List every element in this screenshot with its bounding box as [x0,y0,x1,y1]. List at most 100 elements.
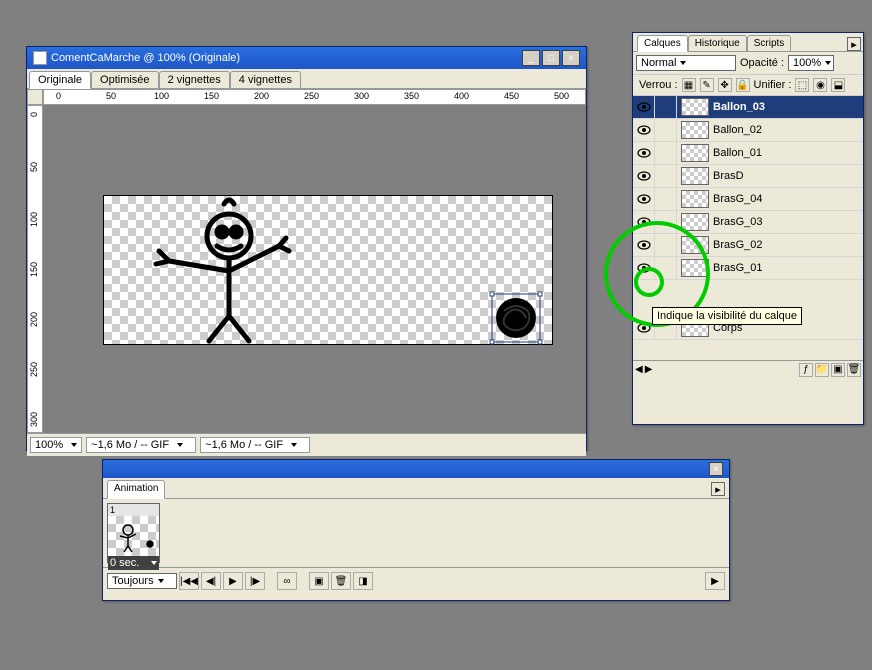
tween-button[interactable]: ∞ [277,572,297,590]
layer-name-label: BrasG_01 [713,262,763,274]
animation-window: × Animation ▸ 1 0 sec. Toujours |◀◀ ◀| ▶… [102,459,730,601]
eye-icon [637,171,651,181]
duplicate-frame-button[interactable]: ▣ [309,572,329,590]
visibility-toggle[interactable] [633,165,655,188]
layer-new-button[interactable]: ▣ [831,363,845,377]
animation-frame-1[interactable]: 1 0 sec. [107,503,160,563]
layer-row-BrasG_01[interactable]: BrasG_01 [633,257,863,280]
loop-select[interactable]: Toujours [107,573,177,589]
lock-paint-icon[interactable]: ✎ [700,78,714,92]
layer-row-Ballon_01[interactable]: Ballon_01 [633,142,863,165]
lock-transparency-icon[interactable]: ▦ [682,78,696,92]
animation-menu-button[interactable]: ▸ [711,482,725,496]
canvas[interactable] [103,195,553,345]
layer-row-BrasG_04[interactable]: BrasG_04 [633,188,863,211]
prev-frame-button[interactable]: ◀| [201,572,221,590]
status-info-2[interactable]: ~1,6 Mo / -- GIF [200,437,310,453]
tab-animation[interactable]: Animation [107,480,165,499]
canvas-area[interactable] [43,105,586,433]
ruler-vertical: 0 50 100 150 200 250 300 [27,105,43,433]
tab-scripts[interactable]: Scripts [747,35,792,51]
eye-icon [637,125,651,135]
layer-row-Ballon_02[interactable]: Ballon_02 [633,119,863,142]
visibility-toggle[interactable] [633,211,655,234]
opacity-input[interactable]: 100% [788,55,834,71]
scroll-right-icon[interactable]: ▶ [645,364,653,375]
tab-4-vignettes[interactable]: 4 vignettes [230,71,301,88]
tab-2-vignettes[interactable]: 2 vignettes [159,71,230,88]
visibility-toggle[interactable] [633,119,655,142]
layer-new-folder-button[interactable]: 📁 [815,363,829,377]
animation-titlebar: × [103,460,729,478]
panel-menu-button[interactable]: ▸ [847,37,861,51]
frame-delay: 0 sec. [110,557,139,569]
play-button[interactable]: ▶ [223,572,243,590]
delete-frame-button[interactable]: 🗑 [331,572,351,590]
link-column[interactable] [655,257,677,280]
layer-thumbnail [681,190,709,208]
blend-mode-select[interactable]: Normal [636,55,736,71]
unify-position-icon[interactable]: ⬚ [795,78,809,92]
layer-thumbnail [681,98,709,116]
status-info-1[interactable]: ~1,6 Mo / -- GIF [86,437,196,453]
link-column[interactable] [655,119,677,142]
layer-name-label: Ballon_02 [713,124,762,136]
layer-name-label: BrasG_02 [713,239,763,251]
document-icon [33,51,47,65]
visibility-toggle[interactable] [633,96,655,119]
visibility-toggle[interactable] [633,234,655,257]
frame-delay-dropdown[interactable] [151,561,157,565]
frame-number: 1 [108,504,159,516]
eye-icon [637,148,651,158]
visibility-toggle[interactable] [633,142,655,165]
next-frame-button[interactable]: |▶ [245,572,265,590]
layer-thumbnail [681,259,709,277]
link-column[interactable] [655,165,677,188]
layer-fx-button[interactable]: ƒ [799,363,813,377]
link-column[interactable] [655,234,677,257]
layer-thumbnail [681,121,709,139]
zoom-display[interactable]: 100% [30,437,82,453]
minimize-button[interactable]: _ [522,50,540,66]
tab-optimisee[interactable]: Optimisée [91,71,159,88]
animation-close-button[interactable]: × [709,462,723,476]
maximize-button[interactable]: □ [542,50,560,66]
scroll-right-button[interactable]: ▶ [705,572,725,590]
document-window: ComentCaMarche @ 100% (Originale) _ □ × … [26,46,587,451]
unify-visibility-icon[interactable]: ◉ [813,78,827,92]
panel-tab-row: Calques Historique Scripts ▸ [633,33,863,52]
tab-calques[interactable]: Calques [637,35,688,52]
document-statusbar: 100% ~1,6 Mo / -- GIF ~1,6 Mo / -- GIF [27,433,586,456]
layer-thumbnail [681,236,709,254]
link-column[interactable] [655,142,677,165]
tab-originale[interactable]: Originale [29,71,91,89]
layer-row-Ballon_03[interactable]: Ballon_03 [633,96,863,119]
visibility-toggle[interactable] [633,257,655,280]
layer-row-BrasG_02[interactable]: BrasG_02 [633,234,863,257]
blend-opacity-row: Normal Opacité : 100% [633,52,863,75]
lock-all-icon[interactable]: 🔒 [736,78,750,92]
extra-button[interactable]: ◨ [353,572,373,590]
layer-row-BrasG_03[interactable]: BrasG_03 [633,211,863,234]
eye-icon [637,194,651,204]
layer-row-BrasD[interactable]: BrasD [633,165,863,188]
animation-controls: Toujours |◀◀ ◀| ▶ |▶ ∞ ▣ 🗑 ◨ ▶ [103,567,729,594]
scroll-left-icon[interactable]: ◀ [635,364,643,375]
first-frame-button[interactable]: |◀◀ [179,572,199,590]
chevron-down-icon[interactable] [825,61,831,65]
opacity-label: Opacité : [740,57,784,69]
tab-historique[interactable]: Historique [688,35,747,51]
document-titlebar: ComentCaMarche @ 100% (Originale) _ □ × [27,47,586,69]
layer-name-label: Ballon_01 [713,147,762,159]
link-column[interactable] [655,211,677,234]
link-column[interactable] [655,96,677,119]
layer-name-label: Ballon_03 [713,101,765,113]
unify-style-icon[interactable]: ⬓ [831,78,845,92]
close-button[interactable]: × [562,50,580,66]
layer-trash-button[interactable]: 🗑 [847,363,861,377]
layers-bottom-bar: ◀ ▶ ƒ 📁 ▣ 🗑 [633,360,863,378]
lock-move-icon[interactable]: ✥ [718,78,732,92]
visibility-toggle[interactable] [633,188,655,211]
link-column[interactable] [655,188,677,211]
eye-icon [637,240,651,250]
